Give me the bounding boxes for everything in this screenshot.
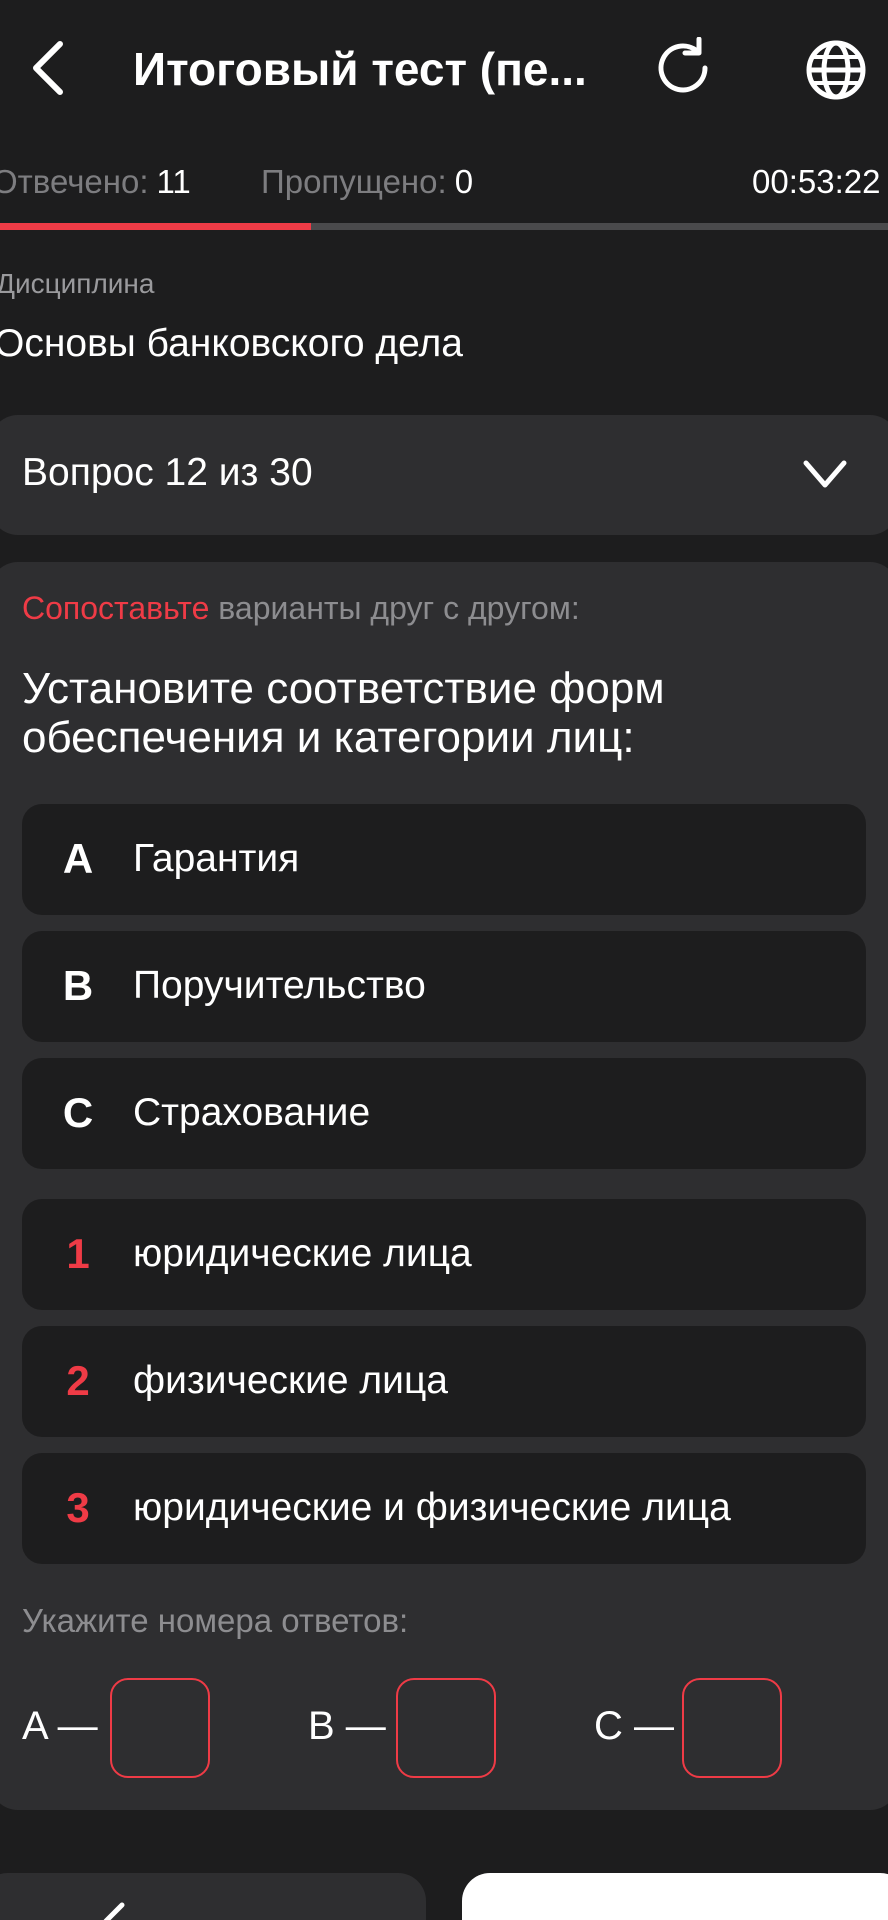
question-selector[interactable]: Вопрос 12 из 30 — [0, 415, 888, 535]
answer-b-input[interactable] — [396, 1678, 496, 1778]
answers-label: Укажите номера ответов: — [22, 1602, 409, 1639]
question-number: Вопрос 12 из 30 — [22, 451, 313, 494]
answer-a-input[interactable] — [110, 1678, 210, 1778]
option-text: Гарантия — [133, 837, 300, 880]
language-button[interactable] — [802, 36, 870, 104]
skipped-count: 0 — [454, 163, 474, 200]
option-text: юридические и физические лица — [133, 1486, 731, 1529]
arrow-left-icon — [103, 1902, 125, 1920]
answer-letter: C — — [594, 1704, 674, 1748]
timer: 00:53:22 — [752, 163, 881, 200]
instruction-accent: Сопоставьте — [22, 590, 210, 626]
option-c: C Страхование — [22, 1058, 866, 1169]
option-b: B Поручительство — [22, 931, 866, 1042]
progress-fill — [0, 223, 311, 230]
answered-stat: Отвечено: 11 — [0, 160, 191, 204]
stats-bar: Отвечено: 11 Пропущено: 0 00:53:22 — [0, 160, 888, 210]
option-key: C — [62, 1089, 94, 1136]
option-text: физические лица — [133, 1359, 448, 1402]
instruction-rest: варианты друг с другом: — [209, 590, 580, 626]
chevron-down-icon — [803, 460, 847, 488]
option-text: Поручительство — [133, 964, 426, 1007]
question-text: Установите соответствие форм обеспечения… — [22, 664, 665, 762]
discipline-label: Дисциплина — [0, 268, 155, 299]
option-1: 1 юридические лица — [22, 1199, 866, 1310]
option-text: Страхование — [133, 1091, 371, 1134]
option-text: юридические лица — [133, 1232, 472, 1275]
answer-letter: A — — [22, 1704, 98, 1748]
page-title: Итоговый тест (пе... — [133, 43, 587, 95]
back-button[interactable] — [22, 36, 74, 100]
option-key: A — [62, 835, 94, 882]
answered-count: 11 — [156, 163, 191, 200]
skipped-label: Пропущено: — [261, 163, 447, 200]
instruction: Сопоставьте варианты друг с другом: — [22, 590, 580, 627]
discipline-value: Основы банковского дела — [0, 322, 463, 365]
option-key: B — [62, 962, 94, 1009]
option-key: 3 — [66, 1484, 90, 1531]
header: Итоговый тест (пе... — [0, 0, 888, 140]
quiz-screen: Итоговый тест (пе... Отвечено: 11 Пропуще… — [0, 0, 888, 1920]
next-button[interactable] — [462, 1873, 888, 1920]
option-key: 1 — [66, 1230, 90, 1277]
globe-icon — [806, 40, 866, 100]
reload-button[interactable] — [652, 36, 716, 100]
progress-bar — [0, 223, 888, 230]
answer-letter: B — — [308, 1704, 386, 1748]
option-key: 2 — [66, 1357, 90, 1404]
option-a: A Гарантия — [22, 804, 866, 915]
skipped-stat: Пропущено: 0 — [261, 160, 473, 204]
answer-c-input[interactable] — [682, 1678, 782, 1778]
option-2: 2 физические лица — [22, 1326, 866, 1437]
previous-button[interactable] — [0, 1873, 426, 1920]
reload-icon — [658, 37, 708, 93]
option-3: 3 юридические и физические лица — [22, 1453, 866, 1564]
chevron-left-icon — [33, 41, 63, 95]
answered-label: Отвечено: — [0, 163, 149, 200]
